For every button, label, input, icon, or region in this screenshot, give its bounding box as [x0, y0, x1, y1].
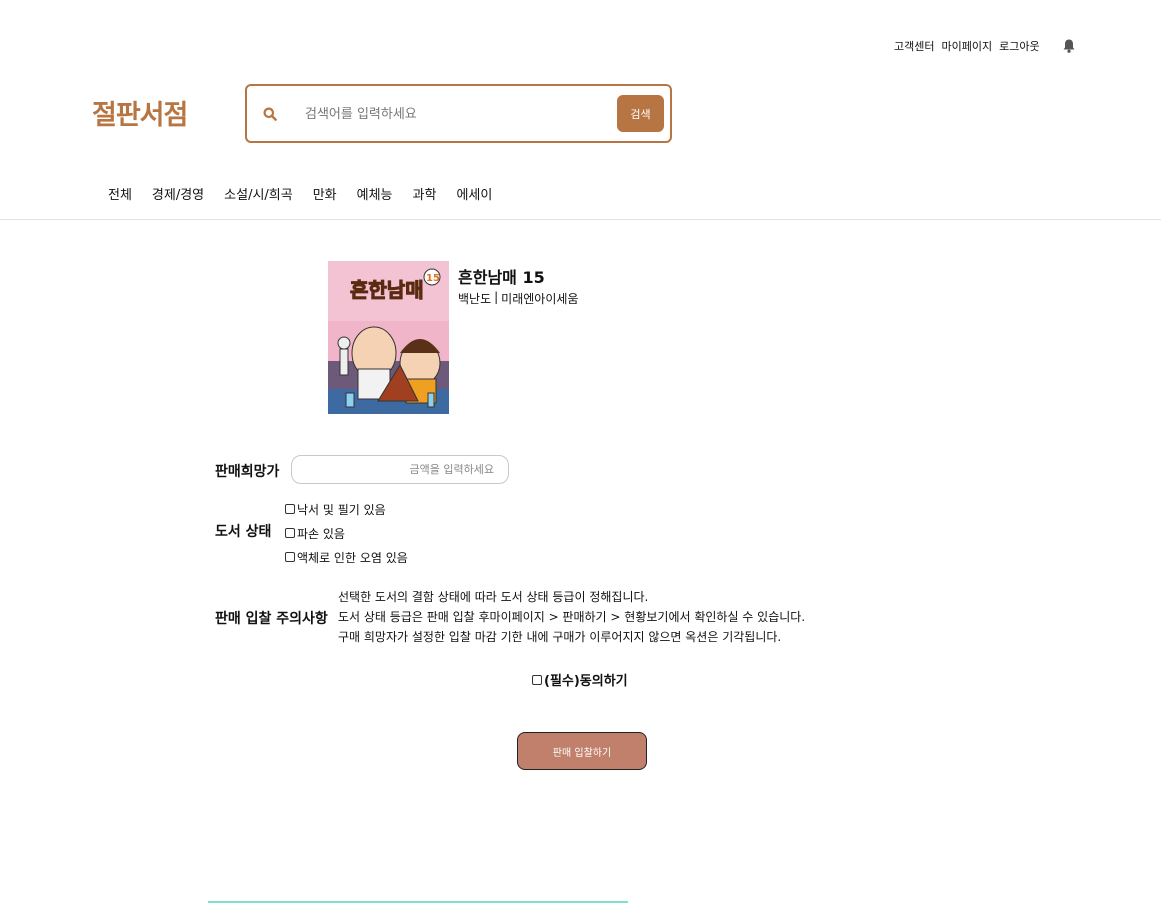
checkbox[interactable] [285, 504, 295, 514]
nav-item-essay[interactable]: 에세이 [456, 184, 492, 203]
condition-label: 도서 상태 [215, 524, 272, 540]
condition-option-damage[interactable]: 파손 있음 [285, 521, 408, 545]
condition-option-graffiti[interactable]: 낙서 및 필기 있음 [285, 497, 408, 521]
notice-label: 판매 입찰 주의사항 [215, 611, 328, 627]
nav-item-all[interactable]: 전체 [108, 184, 132, 203]
site-logo[interactable]: 절판서점 [92, 93, 188, 132]
book-meta: 백난도 | 미래엔아이세움 [458, 290, 578, 307]
notice-line: 선택한 도서의 결함 상태에 따라 도서 상태 등급이 정해집니다. [338, 590, 649, 604]
cover-volume-text: 15 [426, 273, 440, 284]
checkbox[interactable] [285, 552, 295, 562]
header-divider [0, 219, 1161, 220]
book-title: 흔한남매 15 [458, 268, 545, 287]
nav-item-arts[interactable]: 예체능 [357, 184, 393, 203]
meta-separator: | [494, 290, 499, 304]
checkbox[interactable] [285, 528, 295, 538]
search-icon [263, 107, 277, 121]
book-author: 백난도 [458, 292, 492, 306]
nav-item-economy[interactable]: 경제/경영 [152, 184, 204, 203]
condition-option-liquid[interactable]: 액체로 인한 오염 있음 [285, 545, 408, 569]
search-button[interactable]: 검색 [617, 95, 664, 132]
cover-title-text: 흔한남매 [350, 278, 424, 302]
book-publisher: 미래엔아이세움 [501, 292, 579, 306]
my-page-link[interactable]: 마이페이지 [941, 38, 992, 54]
notice-line: 도서 상태 등급은 판매 입찰 후마이페이지 > 판매하기 > 현황보기에서 확… [338, 610, 806, 624]
price-label: 판매희망가 [215, 464, 280, 480]
agree-label: (필수)동의하기 [544, 674, 628, 689]
checkbox-label: 파손 있음 [297, 526, 345, 541]
notice-line: 구매 희망자가 설정한 입찰 마감 기한 내에 구매가 이루어지지 않으면 옥션… [338, 630, 782, 644]
agree-checkbox-row[interactable]: (필수)동의하기 [532, 670, 628, 689]
search-input[interactable] [305, 101, 605, 127]
agree-checkbox[interactable] [532, 674, 542, 685]
customer-center-link[interactable]: 고객센터 [894, 38, 934, 54]
search-bar: 검색 [245, 84, 672, 143]
condition-checklist: 낙서 및 필기 있음 파손 있음 액체로 인한 오염 있음 [285, 497, 408, 569]
book-cover-image: 흔한남매 15 [328, 261, 449, 414]
checkbox-label: 액체로 인한 오염 있음 [297, 550, 408, 565]
checkbox-label: 낙서 및 필기 있음 [297, 502, 386, 517]
top-utility-links: 고객센터 마이페이지 로그아웃 [894, 38, 1047, 54]
bell-icon[interactable] [1062, 38, 1076, 54]
submit-bid-button[interactable]: 판매 입찰하기 [517, 732, 647, 770]
nav-item-science[interactable]: 과학 [413, 184, 437, 203]
nav-item-comics[interactable]: 만화 [313, 184, 337, 203]
category-nav: 전체 경제/경영 소설/시/희곡 만화 예체능 과학 에세이 [108, 184, 512, 203]
notice-text: 선택한 도서의 결함 상태에 따라 도서 상태 등급이 정해집니다. 도서 상태… [338, 587, 805, 647]
nav-item-novel[interactable]: 소설/시/희곡 [224, 184, 293, 203]
logout-link[interactable]: 로그아웃 [999, 38, 1039, 54]
price-input[interactable] [291, 455, 509, 484]
bottom-accent-line [208, 901, 628, 903]
